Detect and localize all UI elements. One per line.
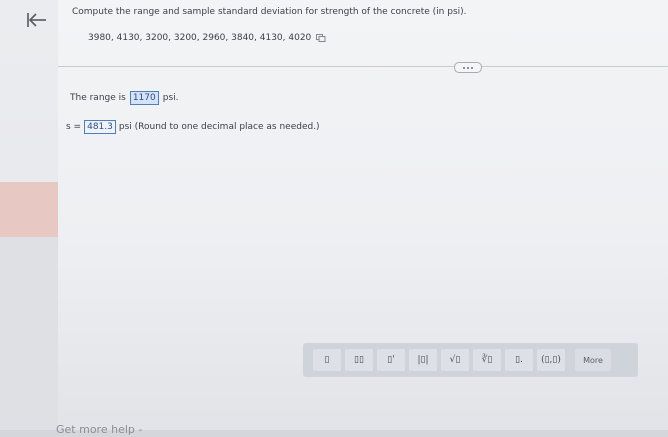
data-values-row: 3980, 4130, 3200, 3200, 2960, 3840, 4130…	[88, 33, 326, 43]
copy-data-icon[interactable]	[316, 34, 326, 42]
question-panel: Compute the range and sample standard de…	[58, 0, 668, 380]
exponent-button[interactable]: ▯'	[377, 349, 405, 371]
expand-toggle-button[interactable]	[454, 62, 482, 73]
subscript-button[interactable]: ▯.	[505, 349, 533, 371]
mixed-number-button[interactable]: ▯▯	[345, 349, 373, 371]
expand-dots-icon	[463, 66, 465, 69]
fraction-button[interactable]: ▯	[313, 349, 341, 371]
s-suffix: psi (Round to one decimal place as neede…	[118, 122, 320, 132]
more-button[interactable]: More	[575, 349, 611, 371]
std-dev-answer-row: s = 481.3 psi (Round to one decimal plac…	[66, 120, 320, 134]
ordered-pair-button[interactable]: (▯,▯)	[537, 349, 565, 371]
math-input-toolbar: ▯ ▯▯ ▯' |▯| √▯ ∛▯ ▯. (▯,▯) More	[303, 343, 638, 377]
s-prefix: s =	[66, 122, 82, 132]
collapse-back-button[interactable]	[24, 8, 50, 32]
range-answer-box[interactable]: 1170	[129, 91, 159, 105]
square-root-button[interactable]: √▯	[441, 349, 469, 371]
cube-root-button[interactable]: ∛▯	[473, 349, 501, 371]
section-divider	[58, 66, 668, 67]
range-answer-row: The range is 1170 psi.	[70, 91, 179, 105]
range-unit: psi.	[162, 93, 179, 103]
std-dev-answer-box[interactable]: 481.3	[84, 120, 116, 134]
rail-accent-band	[0, 182, 58, 237]
question-prompt: Compute the range and sample standard de…	[72, 7, 467, 17]
absolute-value-button[interactable]: |▯|	[409, 349, 437, 371]
rail-lower-panel	[0, 237, 58, 437]
left-rail	[0, 0, 58, 437]
back-arrow-icon	[27, 13, 46, 27]
range-prefix: The range is	[70, 93, 126, 103]
get-more-help-link[interactable]: Get more help -	[56, 423, 142, 436]
data-values: 3980, 4130, 3200, 3200, 2960, 3840, 4130…	[88, 33, 312, 43]
